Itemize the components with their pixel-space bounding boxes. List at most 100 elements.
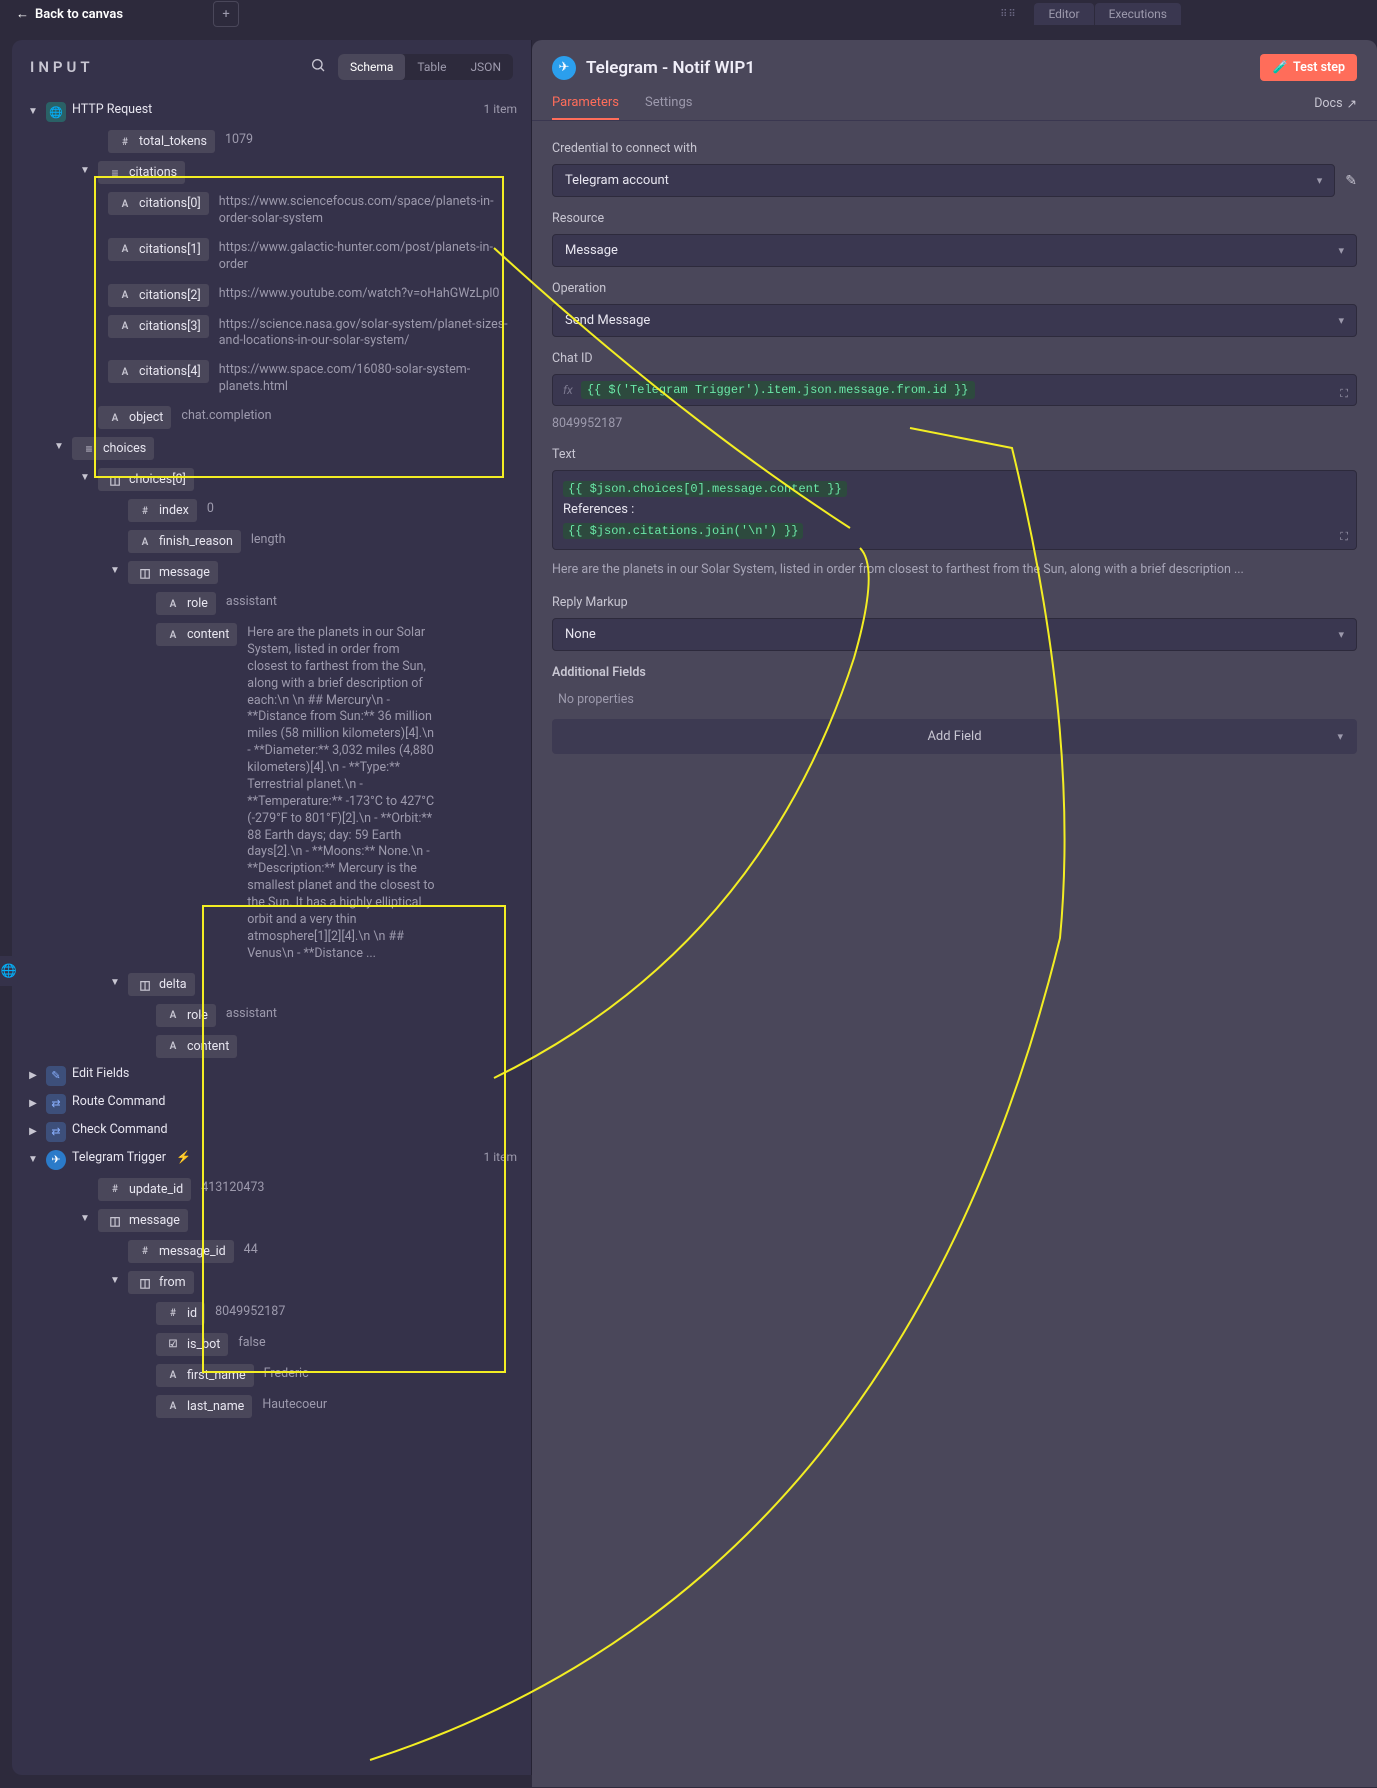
bolt-icon: ⚡ xyxy=(176,1150,191,1164)
resource-select[interactable]: Message ▾ xyxy=(552,234,1357,267)
tab-executions[interactable]: Executions xyxy=(1095,3,1181,25)
collapse-icon[interactable]: ▼ xyxy=(108,1275,122,1286)
add-field-button[interactable]: Add Field ▾ xyxy=(552,719,1357,754)
type-string-icon: A xyxy=(116,287,134,305)
row-delta-role[interactable]: ▼ Arole assistant xyxy=(26,1000,517,1031)
resource-label: Resource xyxy=(552,211,1357,226)
expand-icon[interactable]: ⛶ xyxy=(1340,387,1348,401)
node-edit-fields[interactable]: ▶ ✎ Edit Fields xyxy=(26,1062,517,1090)
row-choices[interactable]: ▼ ≡choices xyxy=(26,433,517,464)
row-message-id[interactable]: ▼ #message_id 44 xyxy=(26,1236,517,1267)
hash-icon: # xyxy=(106,1181,124,1199)
hash-icon: # xyxy=(164,1305,182,1323)
search-icon[interactable] xyxy=(310,57,326,77)
back-to-canvas-link[interactable]: ← Back to canvas xyxy=(16,6,123,22)
expand-icon[interactable]: ▶ xyxy=(26,1098,40,1109)
node-check-command[interactable]: ▶ ⇄ Check Command xyxy=(26,1118,517,1146)
row-role[interactable]: ▼ Arole assistant xyxy=(26,588,517,619)
collapse-icon[interactable]: ▼ xyxy=(108,565,122,576)
row-citation-1[interactable]: Acitations[1] https://www.galactic-hunte… xyxy=(26,234,517,280)
input-panel: INPUT Schema Table JSON ▼ 🌐 HTT xyxy=(12,40,532,1775)
chat-id-result: 8049952187 xyxy=(552,414,1357,433)
row-message[interactable]: ▼ ◫message xyxy=(26,557,517,588)
row-finish-reason[interactable]: ▼ Afinish_reason length xyxy=(26,526,517,557)
edit-credential-icon[interactable]: ✎ xyxy=(1345,173,1357,189)
row-index[interactable]: ▼ #index 0 xyxy=(26,495,517,526)
chevron-down-icon: ▾ xyxy=(1337,730,1343,743)
expand-icon[interactable]: ⛶ xyxy=(1340,528,1348,546)
text-input[interactable]: {{ $json.choices[0].message.content }} R… xyxy=(552,470,1357,550)
node-title: Telegram - Notif WIP1 xyxy=(586,58,755,78)
credential-select[interactable]: Telegram account ▾ xyxy=(552,164,1335,197)
top-bar: ← Back to canvas + ⠿⠿ Editor Executions xyxy=(0,0,1377,28)
drag-handle-icon[interactable]: ⠿⠿ xyxy=(988,9,1028,19)
view-table[interactable]: Table xyxy=(405,54,458,80)
view-json[interactable]: JSON xyxy=(458,54,513,80)
chat-id-label: Chat ID xyxy=(552,351,1357,366)
collapse-icon[interactable]: ▼ xyxy=(78,1213,92,1224)
row-citation-0[interactable]: Acitations[0] https://www.sciencefocus.c… xyxy=(26,188,517,234)
type-string-icon: A xyxy=(164,1367,182,1385)
collapse-icon[interactable]: ▼ xyxy=(26,1154,40,1165)
view-toggle: Schema Table JSON xyxy=(338,54,513,80)
row-citation-4[interactable]: Acitations[4] https://www.space.com/1608… xyxy=(26,356,517,402)
object-icon: ◫ xyxy=(136,564,154,582)
external-link-icon: ↗ xyxy=(1347,96,1357,112)
row-total-tokens[interactable]: #total_tokens 1079 xyxy=(26,126,517,157)
expand-icon[interactable]: ▶ xyxy=(26,1126,40,1137)
docs-link[interactable]: Docs ↗ xyxy=(1314,87,1357,120)
type-string-icon: A xyxy=(136,533,154,551)
row-citations[interactable]: ▼ ≡citations xyxy=(26,157,517,188)
hash-icon: # xyxy=(136,502,154,520)
list-icon: ≡ xyxy=(106,164,124,182)
add-button[interactable]: + xyxy=(213,1,239,27)
reply-markup-select[interactable]: None ▾ xyxy=(552,618,1357,651)
operation-label: Operation xyxy=(552,281,1357,296)
input-title: INPUT xyxy=(30,58,94,76)
type-string-icon: A xyxy=(106,409,124,427)
row-from[interactable]: ▼ ◫from xyxy=(26,1267,517,1298)
additional-fields-label: Additional Fields xyxy=(552,665,1357,680)
node-http-request[interactable]: ▼ 🌐 HTTP Request 1 item xyxy=(26,98,517,126)
arrow-left-icon: ← xyxy=(16,6,29,22)
type-string-icon: A xyxy=(116,318,134,336)
row-choices0[interactable]: ▼ ◫choices[0] xyxy=(26,464,517,495)
row-is-bot[interactable]: ▼ ☑is_bot false xyxy=(26,1329,517,1360)
globe-icon: 🌐 xyxy=(46,102,66,122)
node-telegram-trigger[interactable]: ▼ ✈ Telegram Trigger ⚡ 1 item xyxy=(26,1146,517,1174)
tab-parameters[interactable]: Parameters xyxy=(552,87,619,120)
row-content[interactable]: ▼ Acontent Here are the planets in our S… xyxy=(26,619,517,969)
hash-icon: # xyxy=(116,133,134,151)
row-tg-message[interactable]: ▼ ◫message xyxy=(26,1205,517,1236)
row-object[interactable]: ▼ Aobject chat.completion xyxy=(26,402,517,433)
test-step-button[interactable]: 🧪 Test step xyxy=(1260,54,1357,81)
hash-icon: # xyxy=(136,1243,154,1261)
back-label: Back to canvas xyxy=(35,7,123,22)
chat-id-input[interactable]: fx {{ $('Telegram Trigger').item.json.me… xyxy=(552,374,1357,406)
row-delta[interactable]: ▼ ◫delta xyxy=(26,969,517,1000)
operation-select[interactable]: Send Message ▾ xyxy=(552,304,1357,337)
row-last-name[interactable]: ▼ Alast_name Hautecoeur xyxy=(26,1391,517,1422)
row-from-id[interactable]: ▼ #id 8049952187 xyxy=(26,1298,517,1329)
tab-settings[interactable]: Settings xyxy=(645,87,692,120)
row-first-name[interactable]: ▼ Afirst_name Frederic xyxy=(26,1360,517,1391)
row-delta-content[interactable]: ▼ Acontent xyxy=(26,1031,517,1062)
collapse-icon[interactable]: ▼ xyxy=(78,472,92,483)
chevron-down-icon: ▾ xyxy=(1338,244,1344,257)
pencil-icon: ✎ xyxy=(46,1066,66,1086)
row-update-id[interactable]: ▼ #update_id 413120473 xyxy=(26,1174,517,1205)
collapse-icon[interactable]: ▼ xyxy=(108,977,122,988)
row-citation-2[interactable]: Acitations[2] https://www.youtube.com/wa… xyxy=(26,280,517,311)
tree-scroll[interactable]: ▼ 🌐 HTTP Request 1 item #total_tokens 10… xyxy=(12,94,531,1775)
node-route-command[interactable]: ▶ ⇄ Route Command xyxy=(26,1090,517,1118)
type-string-icon: A xyxy=(164,595,182,613)
view-schema[interactable]: Schema xyxy=(338,54,405,80)
collapse-icon[interactable]: ▼ xyxy=(78,165,92,176)
chevron-down-icon: ▾ xyxy=(1338,314,1344,327)
collapse-icon[interactable]: ▼ xyxy=(26,106,40,117)
collapse-icon[interactable]: ▼ xyxy=(52,441,66,452)
http-request-label: HTTP Request xyxy=(72,102,152,117)
row-citation-3[interactable]: Acitations[3] https://science.nasa.gov/s… xyxy=(26,311,517,357)
tab-editor[interactable]: Editor xyxy=(1034,3,1093,25)
expand-icon[interactable]: ▶ xyxy=(26,1070,40,1081)
